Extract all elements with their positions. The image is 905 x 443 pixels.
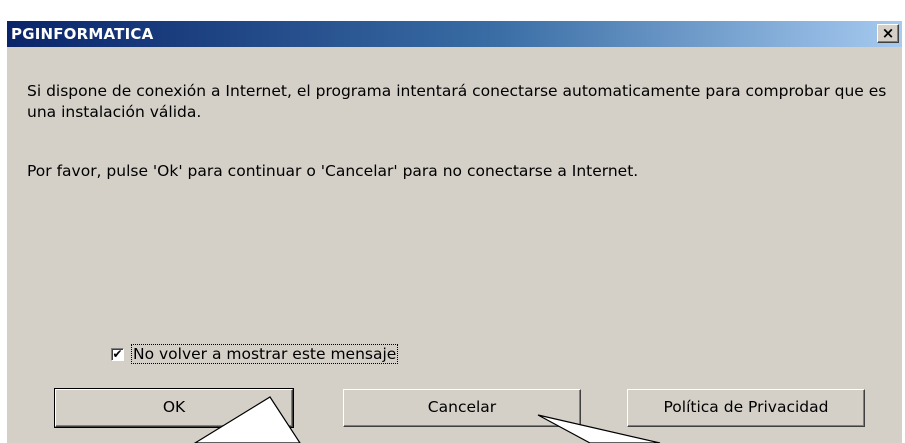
callout-overlay: [193, 396, 661, 443]
callout-pointer-ok: [193, 396, 301, 443]
callout-pointer-cancel: [537, 414, 661, 443]
